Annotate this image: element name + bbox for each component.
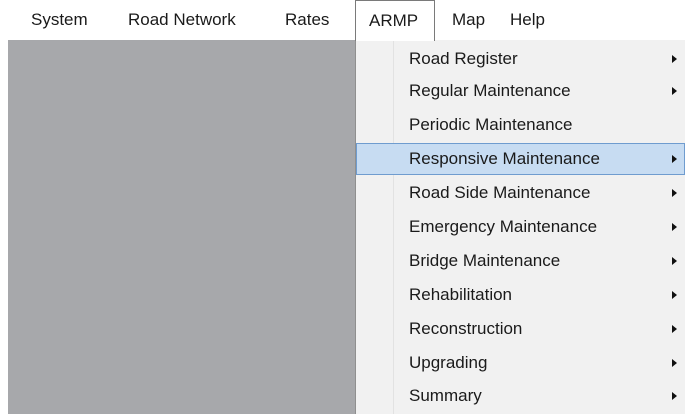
- submenu-arrow-icon: [672, 155, 677, 163]
- submenu-arrow-icon: [672, 291, 677, 299]
- workspace-area: [8, 40, 365, 414]
- menu-item-label: Rehabilitation: [409, 285, 513, 304]
- menu-item-label: Bridge Maintenance: [409, 251, 561, 270]
- menu-item-label: Responsive Maintenance: [409, 149, 600, 168]
- menu-help[interactable]: Help: [510, 0, 545, 40]
- menu-item-label: Periodic Maintenance: [409, 115, 573, 134]
- submenu-arrow-icon: [672, 87, 677, 95]
- menu-map[interactable]: Map: [452, 0, 485, 40]
- menu-item-upgrading[interactable]: Upgrading: [358, 347, 685, 379]
- submenu-arrow-icon: [672, 55, 677, 63]
- menu-item-responsive-maintenance[interactable]: Responsive Maintenance: [356, 143, 685, 175]
- menu-item-periodic-maintenance[interactable]: Periodic Maintenance: [358, 109, 685, 141]
- menu-road-network[interactable]: Road Network: [128, 0, 236, 40]
- menu-item-label: Reconstruction: [409, 319, 523, 338]
- submenu-arrow-icon: [672, 223, 677, 231]
- submenu-arrow-icon: [672, 189, 677, 197]
- submenu-arrow-icon: [672, 359, 677, 367]
- menu-item-reconstruction[interactable]: Reconstruction: [358, 313, 685, 345]
- armp-dropdown-menu: Road Register Regular Maintenance Period…: [355, 40, 685, 414]
- submenu-arrow-icon: [672, 392, 677, 400]
- menu-item-label: Road Side Maintenance: [409, 183, 591, 202]
- menu-item-label: Regular Maintenance: [409, 81, 571, 100]
- submenu-arrow-icon: [672, 325, 677, 333]
- menu-item-rehabilitation[interactable]: Rehabilitation: [358, 279, 685, 311]
- menu-system[interactable]: System: [31, 0, 88, 40]
- menu-item-summary[interactable]: Summary: [358, 380, 685, 412]
- submenu-arrow-icon: [672, 257, 677, 265]
- menu-item-road-side-maintenance[interactable]: Road Side Maintenance: [358, 177, 685, 209]
- menu-rates[interactable]: Rates: [285, 0, 329, 40]
- menu-item-label: Summary: [409, 386, 482, 405]
- menu-bar: System Road Network Rates ARMP Map Help: [0, 0, 685, 41]
- menu-item-label: Upgrading: [409, 353, 488, 372]
- menu-item-regular-maintenance[interactable]: Regular Maintenance: [358, 75, 685, 107]
- menu-item-bridge-maintenance[interactable]: Bridge Maintenance: [358, 245, 685, 277]
- menu-item-emergency-maintenance[interactable]: Emergency Maintenance: [358, 211, 685, 243]
- menu-item-label: Road Register: [409, 49, 518, 68]
- menu-armp[interactable]: ARMP: [355, 0, 435, 41]
- menu-item-label: Emergency Maintenance: [409, 217, 598, 236]
- menu-item-road-register[interactable]: Road Register: [358, 43, 685, 75]
